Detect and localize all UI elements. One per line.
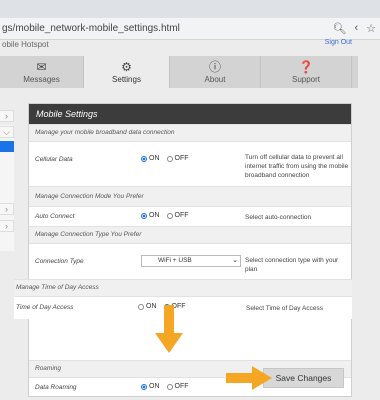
arrow-right-icon — [226, 366, 272, 390]
cellular-data-toggle[interactable]: ON OFF — [141, 155, 189, 162]
envelope-icon: ✉ — [36, 59, 47, 74]
radio-off[interactable] — [166, 212, 173, 219]
chevron-down-icon: ⌄ — [232, 257, 238, 264]
connection-type-row: Connection Type WiFi + USB ⌄ Select conn… — [29, 243, 351, 281]
connection-type-label: Connection Type — [35, 258, 84, 265]
time-of-day-row: Time of Day Access ON OFF Select Time of… — [14, 296, 352, 319]
cellular-data-desc: Turn off cellular data to prevent all in… — [245, 154, 349, 179]
radio-on[interactable] — [141, 212, 147, 219]
section-mode: Manage Connection Mode You Prefer — [29, 186, 351, 206]
address-bar[interactable]: gs/mobile_network-mobile_settings.html 🔍… — [0, 18, 380, 40]
auto-connect-toggle[interactable]: ON OFF — [141, 212, 189, 219]
zoom-icon[interactable]: 🔍︎ — [332, 22, 346, 35]
data-roaming-label: Data Roaming — [35, 384, 77, 391]
star-icon[interactable]: ☆ — [366, 22, 376, 35]
arrow-down-icon — [155, 305, 183, 353]
url-text[interactable]: gs/mobile_network-mobile_settings.html — [2, 23, 180, 34]
tab-about[interactable]: ⓘ About — [170, 56, 261, 88]
chevron-right-icon[interactable]: › — [0, 110, 14, 122]
tab-label: About — [204, 74, 226, 84]
main-nav: ✉ Messages ⚙ Settings ⓘ About ❓ Support — [0, 56, 352, 88]
tab-settings[interactable]: ⚙ Settings — [84, 56, 170, 88]
radio-off[interactable] — [166, 155, 173, 162]
save-changes-button[interactable]: Save Changes — [263, 368, 344, 388]
connection-type-select[interactable]: WiFi + USB ⌄ — [141, 255, 241, 267]
section-broadband: Manage your mobile broadband data connec… — [29, 124, 351, 141]
data-roaming-toggle[interactable]: ON OFF — [141, 383, 189, 390]
panel-title: Mobile Settings — [29, 104, 351, 124]
connection-type-desc: Select connection type with your plan — [245, 257, 339, 273]
section-time: Manage Time of Day Access — [14, 279, 352, 296]
tab-messages[interactable]: ✉ Messages — [0, 56, 84, 88]
radio-on[interactable] — [141, 155, 147, 162]
mobile-settings-panel: Mobile Settings Manage your mobile broad… — [28, 103, 352, 397]
nav-edge — [352, 56, 358, 88]
radio-off[interactable] — [166, 383, 173, 390]
gear-icon: ⚙ — [121, 59, 132, 74]
radio-on[interactable] — [138, 303, 144, 310]
page-title: obile Hotspot — [2, 40, 49, 49]
sign-out-link[interactable]: Sign Out — [325, 39, 352, 46]
tab-label: Settings — [112, 74, 141, 84]
question-icon: ❓ — [298, 59, 314, 74]
share-icon[interactable]: ‹ — [354, 22, 358, 35]
cellular-data-label: Cellular Data — [35, 156, 73, 163]
auto-connect-row: Auto Connect ON OFF Select auto-connecti… — [29, 206, 351, 226]
browser-tabstrip — [0, 0, 380, 18]
chevron-down-icon[interactable]: ⌵ — [0, 126, 14, 138]
time-of-day-label: Time of Day Access — [16, 304, 74, 311]
section-type: Manage Connection Type You Prefer — [29, 226, 351, 243]
tab-label: Messages — [23, 74, 60, 84]
chevron-right-icon[interactable]: › — [0, 203, 14, 215]
chevron-right-icon[interactable]: › — [0, 220, 14, 232]
auto-connect-desc: Select auto-connection — [245, 214, 312, 221]
tab-support[interactable]: ❓ Support — [261, 56, 352, 88]
page-body: obile Hotspot Sign Out ✉ Messages ⚙ Sett… — [0, 39, 380, 400]
address-bar-icons: 🔍︎ ‹ ☆ — [332, 22, 376, 35]
info-icon: ⓘ — [208, 59, 221, 74]
tab-label: Support — [291, 74, 321, 84]
cellular-data-row: Cellular Data ON OFF Turn off cellular d… — [29, 141, 351, 186]
time-of-day-desc: Select Time of Day Access — [246, 305, 323, 312]
radio-on[interactable] — [141, 383, 147, 390]
side-menu-active-item[interactable] — [0, 141, 14, 152]
auto-connect-label: Auto Connect — [35, 213, 75, 220]
